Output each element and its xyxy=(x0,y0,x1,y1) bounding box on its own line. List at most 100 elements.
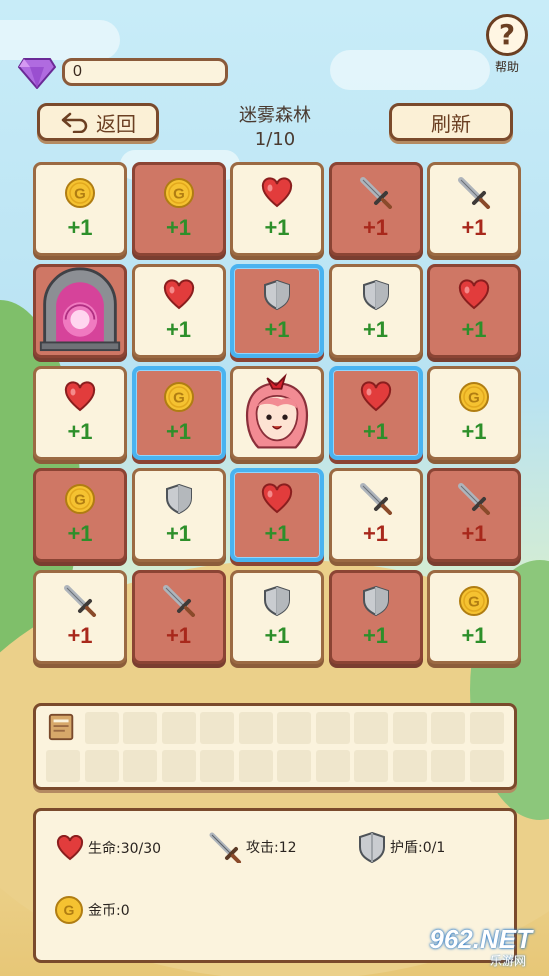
board-tile[interactable]: G +1 xyxy=(33,162,127,256)
site-watermark: 962.NET 乐游网 xyxy=(410,920,540,970)
board-tile[interactable]: +1 xyxy=(328,468,423,562)
board-tile[interactable]: G +1 xyxy=(427,366,521,460)
heart-icon xyxy=(457,279,491,311)
sword-icon xyxy=(457,483,491,515)
sword-icon xyxy=(359,483,393,515)
board-tile[interactable]: +1 xyxy=(427,264,521,358)
inventory-slot[interactable] xyxy=(277,712,311,744)
board-tile[interactable]: +1 xyxy=(328,570,423,664)
coin-icon: G xyxy=(55,896,83,924)
shield-icon xyxy=(359,279,393,311)
coin-icon: G xyxy=(63,483,97,515)
hp-stat: 生命:30/30 xyxy=(56,835,161,861)
tile-value: +1 xyxy=(165,623,192,648)
inventory-slot[interactable] xyxy=(469,750,504,782)
inventory-slot[interactable] xyxy=(315,750,350,782)
svg-text:G: G xyxy=(468,390,480,407)
tile-value: +1 xyxy=(461,215,487,240)
svg-text:G: G xyxy=(74,186,86,203)
inventory-slot[interactable] xyxy=(238,712,273,744)
inventory-slot[interactable] xyxy=(123,750,157,782)
refresh-button[interactable]: 刷新 xyxy=(389,103,513,141)
board-tile[interactable]: G +1 xyxy=(131,366,226,460)
tile-value: +1 xyxy=(67,521,93,546)
level-title: 迷雾森林 1/10 xyxy=(200,104,350,152)
sword-icon xyxy=(63,585,97,617)
refresh-label: 刷新 xyxy=(431,111,471,136)
tile-value: +1 xyxy=(362,419,389,444)
shield-icon xyxy=(260,279,294,311)
board-tile[interactable]: G +1 xyxy=(131,162,226,256)
inventory-slot[interactable] xyxy=(200,750,234,782)
portal-icon xyxy=(37,266,123,356)
board-tile[interactable]: +1 xyxy=(328,366,423,460)
inventory-slot[interactable] xyxy=(277,750,311,782)
heart-icon xyxy=(359,381,393,413)
inventory-slot[interactable] xyxy=(431,712,465,744)
coin-icon: G xyxy=(162,381,196,413)
board-tile[interactable]: G +1 xyxy=(427,570,521,664)
gold-stat: G 金币:0 xyxy=(54,895,130,925)
inventory-slot[interactable] xyxy=(84,712,119,744)
shield-stat: 护盾:0/1 xyxy=(358,831,445,863)
heart-icon xyxy=(56,835,84,861)
tile-value: +1 xyxy=(67,623,93,648)
coin-icon: G xyxy=(457,585,491,617)
level-progress: 1/10 xyxy=(254,129,296,150)
board-tile[interactable]: +1 xyxy=(131,468,226,562)
board-tile[interactable]: +1 xyxy=(131,264,226,358)
inventory-slot[interactable] xyxy=(315,712,350,744)
shield-text: 护盾:0/1 xyxy=(390,840,446,856)
board-tile[interactable]: +1 xyxy=(230,468,324,562)
sword-icon xyxy=(209,832,241,863)
tile-value: +1 xyxy=(264,623,290,648)
board-tile[interactable] xyxy=(33,264,127,358)
back-button[interactable]: 返回 xyxy=(37,103,159,141)
board-tile[interactable]: +1 xyxy=(328,162,423,256)
watermark-sub: 乐游网 xyxy=(489,954,526,968)
tile-value: +1 xyxy=(362,215,389,240)
tile-value: +1 xyxy=(362,521,389,546)
svg-text:G: G xyxy=(173,186,185,203)
inventory-slot[interactable] xyxy=(161,750,196,782)
heart-icon xyxy=(260,483,294,515)
inventory-slot[interactable] xyxy=(392,712,427,744)
inventory-slot[interactable] xyxy=(238,750,273,782)
inventory-slot[interactable] xyxy=(431,750,465,782)
board-tile[interactable]: +1 xyxy=(33,570,127,664)
svg-text:G: G xyxy=(173,390,185,407)
board-tile[interactable]: +1 xyxy=(427,162,521,256)
inventory-slot[interactable] xyxy=(354,750,388,782)
board-tile[interactable]: +1 xyxy=(427,468,521,562)
svg-text:G: G xyxy=(468,594,480,611)
inventory-slot[interactable] xyxy=(161,712,196,744)
watermark-text: 962.NET xyxy=(429,924,532,954)
coin-icon: G xyxy=(63,177,97,209)
board-tile[interactable]: +1 xyxy=(328,264,423,358)
board-tile[interactable] xyxy=(230,366,324,460)
tile-value: +1 xyxy=(67,419,93,444)
back-label: 返回 xyxy=(96,111,136,136)
board-tile[interactable]: +1 xyxy=(230,162,324,256)
board-tile[interactable]: +1 xyxy=(230,264,324,358)
shield-icon xyxy=(260,585,294,617)
board-tile[interactable]: +1 xyxy=(230,570,324,664)
board-tile[interactable]: +1 xyxy=(33,366,127,460)
inventory-slot[interactable] xyxy=(84,750,119,782)
heart-icon xyxy=(63,381,97,413)
inventory-slot[interactable] xyxy=(469,712,504,744)
tile-value: +1 xyxy=(264,521,290,546)
board-tile[interactable]: +1 xyxy=(131,570,226,664)
tile-value: +1 xyxy=(165,419,192,444)
board-tile[interactable]: G +1 xyxy=(33,468,127,562)
inventory-slot[interactable] xyxy=(354,712,388,744)
inventory-slot[interactable] xyxy=(392,750,427,782)
inventory-slot[interactable] xyxy=(123,712,157,744)
inventory-slot[interactable] xyxy=(46,750,80,782)
tile-value: +1 xyxy=(165,521,192,546)
tile-value: +1 xyxy=(461,521,487,546)
inventory-slot[interactable] xyxy=(200,712,234,744)
help-button[interactable]: ? 帮助 xyxy=(484,14,530,76)
top-bar: 0 ? 帮助 返回 迷雾森林 1/10 刷新 xyxy=(0,0,549,160)
inventory-slot[interactable] xyxy=(46,712,80,744)
